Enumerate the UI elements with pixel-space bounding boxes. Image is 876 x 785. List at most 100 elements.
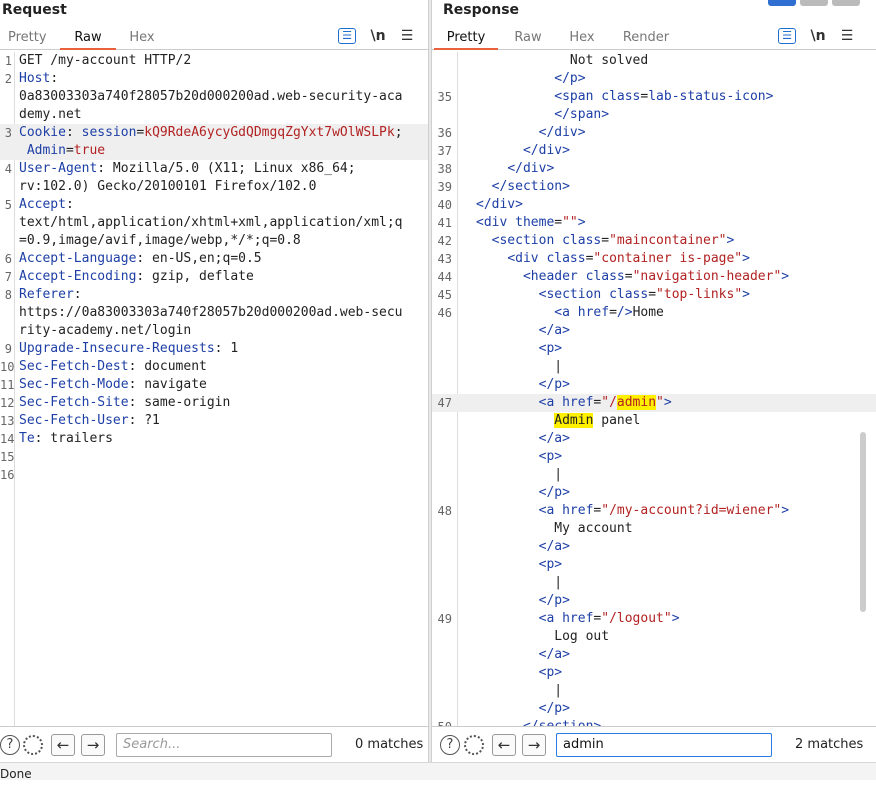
code-line[interactable]: </p> — [432, 484, 876, 502]
code-line[interactable]: Admin=true — [0, 142, 428, 160]
tab-hex[interactable]: Hex — [568, 28, 596, 50]
code-line[interactable]: 41 <div theme=""> — [432, 214, 876, 232]
code-line[interactable]: 47 <a href="/admin"> — [432, 394, 876, 412]
hamburger-menu-icon[interactable]: ☰ — [398, 26, 416, 46]
code-line[interactable]: 14 Te: trailers — [0, 430, 428, 448]
previous-match-button[interactable]: ← — [51, 734, 75, 756]
code-line[interactable]: <p> — [432, 556, 876, 574]
code-line[interactable]: | — [432, 466, 876, 484]
code-line[interactable]: </p> — [432, 70, 876, 88]
code-line[interactable]: Log out — [432, 628, 876, 646]
tab-pretty[interactable]: Pretty — [434, 28, 498, 50]
help-icon[interactable]: ? — [440, 735, 460, 755]
tab-hex[interactable]: Hex — [124, 28, 160, 50]
gear-icon[interactable] — [464, 735, 484, 755]
code-line[interactable]: 6 Accept-Language: en-US,en;q=0.5 — [0, 250, 428, 268]
code-line[interactable]: 48 <a href="/my-account?id=wiener"> — [432, 502, 876, 520]
code-line[interactable]: </p> — [432, 592, 876, 610]
line-code: Host: — [19, 70, 58, 88]
code-line[interactable]: <p> — [432, 664, 876, 682]
next-match-button[interactable]: → — [81, 734, 105, 756]
code-line[interactable]: 37 </div> — [432, 142, 876, 160]
code-line[interactable]: 44 <header class="navigation-header"> — [432, 268, 876, 286]
code-line[interactable]: My account — [432, 520, 876, 538]
code-line[interactable]: | — [432, 574, 876, 592]
code-line[interactable]: 49 <a href="/logout"> — [432, 610, 876, 628]
code-line[interactable]: 38 </div> — [432, 160, 876, 178]
code-line[interactable]: =0.9,image/avif,image/webp,*/*;q=0.8 — [0, 232, 428, 250]
code-line[interactable]: | — [432, 682, 876, 700]
code-line[interactable]: 11 Sec-Fetch-Mode: navigate — [0, 376, 428, 394]
code-line[interactable]: </span> — [432, 106, 876, 124]
line-code: text/html,application/xhtml+xml,applicat… — [19, 214, 403, 232]
code-line[interactable]: </a> — [432, 538, 876, 556]
code-line[interactable]: | — [432, 358, 876, 376]
tab-pretty[interactable]: Pretty — [8, 28, 47, 50]
code-line[interactable]: Not solved — [432, 52, 876, 70]
code-line[interactable]: 42 <section class="maincontainer"> — [432, 232, 876, 250]
code-line[interactable]: 4 User-Agent: Mozilla/5.0 (X11; Linux x86… — [0, 160, 428, 178]
code-line[interactable]: 43 <div class="container is-page"> — [432, 250, 876, 268]
line-code: </p> — [476, 592, 570, 610]
layout-icon[interactable] — [800, 0, 828, 6]
code-line[interactable]: rity-academy.net/login — [0, 322, 428, 340]
previous-match-button[interactable]: ← — [492, 734, 516, 756]
next-match-button[interactable]: → — [522, 734, 546, 756]
request-search-input[interactable]: Search... — [116, 733, 332, 757]
tab-raw[interactable]: Raw — [512, 28, 544, 50]
code-line[interactable]: 40 </div> — [432, 196, 876, 214]
code-line[interactable]: 2 Host: — [0, 70, 428, 88]
code-line[interactable]: text/html,application/xhtml+xml,applicat… — [0, 214, 428, 232]
tab-raw[interactable]: Raw — [60, 28, 116, 50]
scrollbar-thumb[interactable] — [860, 432, 866, 612]
response-search-input[interactable]: admin — [556, 733, 772, 757]
code-line[interactable]: 45 <section class="top-links"> — [432, 286, 876, 304]
newline-toggle[interactable]: \n — [808, 26, 828, 46]
code-line[interactable]: </p> — [432, 376, 876, 394]
code-line[interactable]: 46 <a href=/>Home — [432, 304, 876, 322]
help-icon[interactable]: ? — [0, 735, 20, 755]
response-scrollbar[interactable] — [860, 52, 866, 726]
code-line[interactable]: </a> — [432, 646, 876, 664]
code-line[interactable]: </a> — [432, 322, 876, 340]
code-line[interactable]: 8 Referer: — [0, 286, 428, 304]
code-line[interactable]: 16 — [0, 466, 428, 484]
gear-icon[interactable] — [23, 735, 43, 755]
code-line[interactable]: 39 </section> — [432, 178, 876, 196]
code-token: : ?1 — [128, 413, 160, 428]
request-editor[interactable]: 1 GET /my-account HTTP/2 2 Host: 0a83003303a… — [0, 52, 428, 726]
code-line[interactable]: demy.net — [0, 106, 428, 124]
code-line[interactable]: 5 Accept: — [0, 196, 428, 214]
code-line[interactable]: </p> — [432, 700, 876, 718]
line-code: Not solved — [476, 52, 648, 70]
word-wrap-icon[interactable]: ☰ — [778, 28, 796, 44]
code-line[interactable]: 12 Sec-Fetch-Site: same-origin — [0, 394, 428, 412]
code-line[interactable]: Admin panel — [432, 412, 876, 430]
code-line[interactable]: 0a83003303a740f28057b20d000200ad.web-sec… — [0, 88, 428, 106]
hamburger-menu-icon[interactable]: ☰ — [838, 26, 856, 46]
layout-icon[interactable] — [768, 0, 796, 6]
code-line[interactable]: 1 GET /my-account HTTP/2 — [0, 52, 428, 70]
code-line[interactable]: 7 Accept-Encoding: gzip, deflate — [0, 268, 428, 286]
code-line[interactable]: <p> — [432, 340, 876, 358]
line-code: </span> — [476, 106, 609, 124]
layout-icon[interactable] — [832, 0, 860, 6]
code-line[interactable]: rv:102.0) Gecko/20100101 Firefox/102.0 — [0, 178, 428, 196]
code-line[interactable]: https://0a83003303a740f28057b20d000200ad… — [0, 304, 428, 322]
response-editor[interactable]: Not solved </p> 35 <span class=lab-status… — [432, 52, 876, 726]
code-line[interactable]: </a> — [432, 430, 876, 448]
newline-toggle[interactable]: \n — [368, 26, 388, 46]
code-line[interactable]: 15 — [0, 448, 428, 466]
code-line[interactable]: 3 Cookie: session=kQ9RdeA6ycyGdQDmgqZgYxt… — [0, 124, 428, 142]
code-line[interactable]: 50 </section> — [432, 718, 876, 726]
code-line[interactable]: 35 <span class=lab-status-icon> — [432, 88, 876, 106]
status-bar: Done — [0, 762, 876, 781]
code-line[interactable]: 9 Upgrade-Insecure-Requests: 1 — [0, 340, 428, 358]
word-wrap-icon[interactable]: ☰ — [338, 28, 356, 44]
code-line[interactable]: 10 Sec-Fetch-Dest: document — [0, 358, 428, 376]
code-line[interactable]: <p> — [432, 448, 876, 466]
tab-render[interactable]: Render — [622, 28, 670, 50]
code-line[interactable]: 13 Sec-Fetch-User: ?1 — [0, 412, 428, 430]
code-line[interactable]: 36 </div> — [432, 124, 876, 142]
code-token: </section> — [523, 719, 601, 726]
